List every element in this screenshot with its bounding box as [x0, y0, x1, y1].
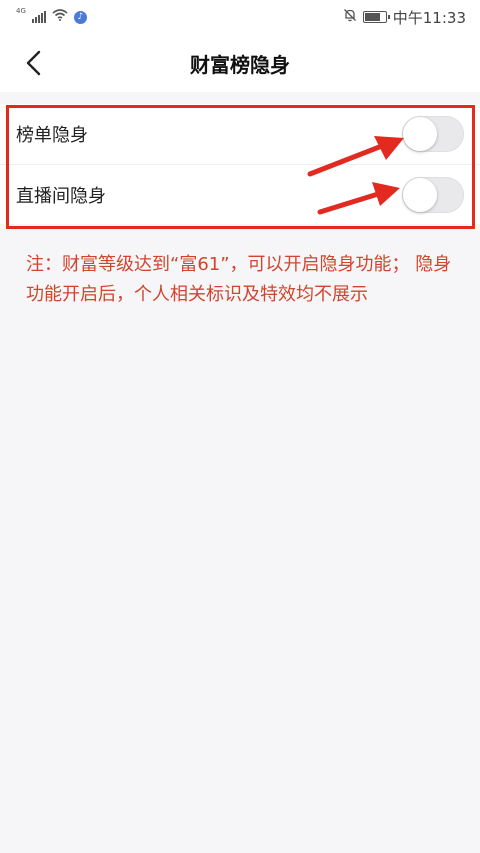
hide-feature-note: 注：财富等级达到“富61”，可以开启隐身功能； 隐身功能开启后，个人相关标识及特…: [26, 254, 452, 305]
live-room-hide-label: 直播间隐身: [16, 185, 106, 207]
wifi-icon: [52, 9, 68, 25]
list-item-live-room-hide: 直播间隐身: [0, 164, 480, 224]
chevron-left-icon: [26, 50, 41, 76]
leaderboard-hide-label: 榜单隐身: [16, 125, 88, 146]
status-bar-right: 中午11:33: [343, 7, 466, 28]
settings-list: 榜单隐身 直播间隐身: [0, 104, 480, 224]
page-title: 财富榜隐身: [190, 52, 290, 77]
battery-icon: [362, 11, 390, 23]
music-app-icon: ♪: [73, 10, 87, 24]
toggle-knob: [403, 177, 437, 212]
mute-bell-icon: [343, 8, 357, 26]
back-button[interactable]: [16, 46, 52, 80]
status-bar-left: 4G ♪: [16, 7, 87, 25]
leaderboard-hide-toggle[interactable]: [402, 116, 464, 152]
status-bar: 4G ♪ 中午11:33: [0, 0, 480, 34]
app-header: 财富榜隐身: [0, 34, 480, 92]
network-type-label: 4G: [16, 7, 26, 15]
status-time: 中午11:33: [392, 8, 466, 27]
live-room-hide-toggle[interactable]: [402, 176, 464, 213]
signal-icon: [31, 11, 46, 23]
toggle-knob: [403, 117, 437, 151]
list-item-leaderboard-hide: 榜单隐身: [0, 104, 480, 164]
